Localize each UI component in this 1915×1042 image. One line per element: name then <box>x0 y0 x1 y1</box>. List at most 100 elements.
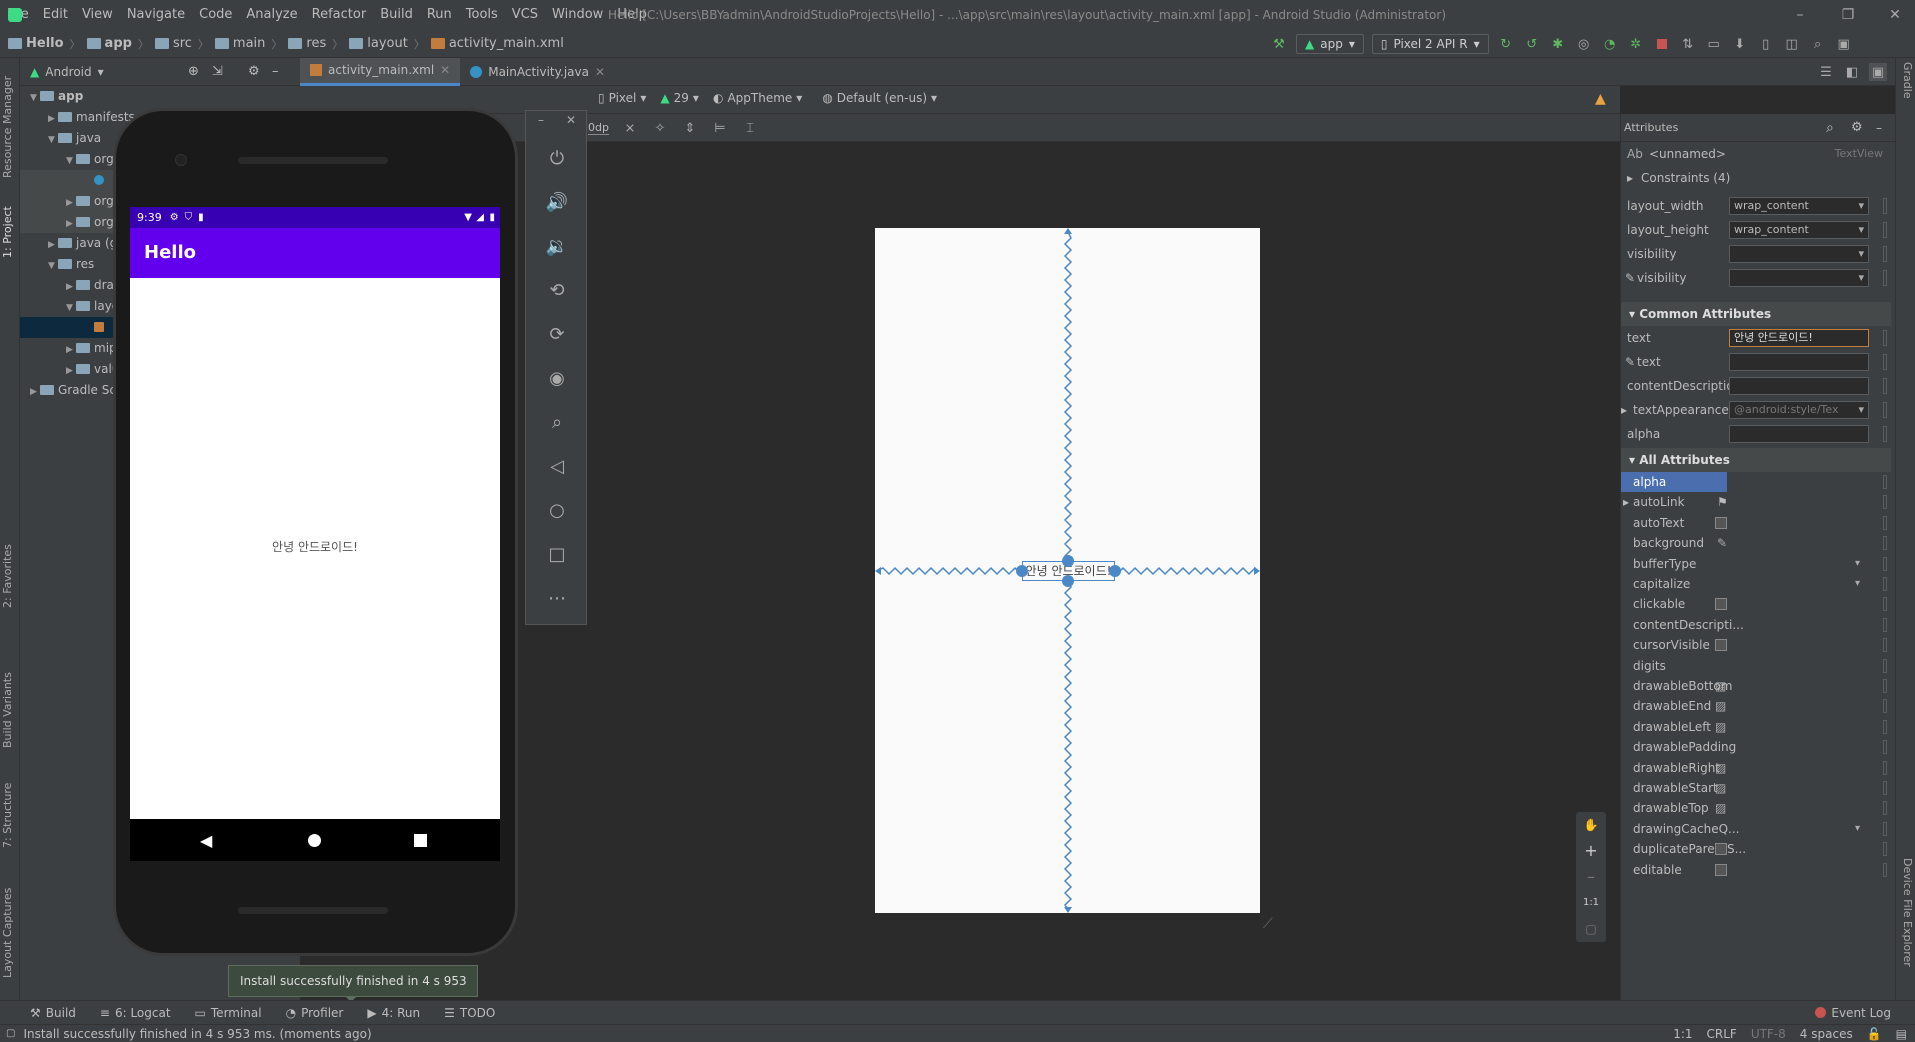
all-attr-row[interactable]: bufferType ▾ <box>1621 554 1891 574</box>
all-attr-row[interactable]: clickable <box>1621 594 1891 614</box>
all-attr-row[interactable]: drawableTop ▨ <box>1621 798 1891 818</box>
expanded-arrow-icon[interactable]: ▼ <box>30 88 40 109</box>
collapsed-arrow-icon[interactable]: ▶ <box>66 340 76 361</box>
expanded-arrow-icon[interactable]: ▼ <box>48 256 58 277</box>
chevron-down-icon[interactable]: ▾ <box>1855 554 1860 574</box>
project-view-select[interactable]: Android <box>45 65 91 79</box>
attr-indicator[interactable] <box>1883 740 1887 755</box>
design-surface[interactable]: 안녕 안드로이드! <box>875 228 1260 913</box>
breadcrumb-item[interactable]: main <box>214 36 265 51</box>
all-attr-row[interactable]: alpha <box>1621 472 1891 492</box>
collapsed-arrow-icon[interactable]: ▶ <box>66 214 76 235</box>
attr-indicator[interactable] <box>1883 617 1887 632</box>
tab-project[interactable]: 1: Project <box>1 206 14 258</box>
attach-debugger-icon[interactable]: ✲ <box>1627 35 1645 53</box>
attr-indicator[interactable] <box>1883 198 1887 214</box>
image-picker-icon[interactable]: ▨ <box>1715 758 1726 778</box>
collapsed-arrow-icon[interactable]: ▶ <box>66 361 76 382</box>
back-icon[interactable]: ◁ <box>526 445 588 489</box>
image-picker-icon[interactable]: ▨ <box>1715 717 1726 737</box>
collapsed-arrow-icon[interactable]: ▶ <box>48 235 58 256</box>
chevron-down-icon[interactable]: ▾ <box>98 65 104 79</box>
flag-icon[interactable]: ⚑ <box>1717 492 1728 512</box>
attr-indicator[interactable] <box>1883 597 1887 612</box>
coverage-icon[interactable]: ◎ <box>1575 35 1593 53</box>
collapsed-arrow-icon[interactable]: ▶ <box>66 193 76 214</box>
attr-indicator[interactable] <box>1883 270 1887 286</box>
all-attr-row[interactable]: editable <box>1621 860 1891 880</box>
overview-icon[interactable]: □ <box>526 533 588 577</box>
menu-code[interactable]: Code <box>192 0 239 30</box>
lock-icon[interactable]: 🔓 <box>1867 1027 1882 1041</box>
eyedropper-icon[interactable]: ✎ <box>1717 533 1727 553</box>
pan-icon[interactable]: ✋ <box>1576 812 1606 838</box>
device-select[interactable]: ▯ Pixel 2 API R ▾ <box>1371 34 1489 54</box>
all-attr-row[interactable]: drawablePadding <box>1621 737 1891 757</box>
menu-edit[interactable]: Edit <box>36 0 75 30</box>
apply-changes-icon[interactable]: ↻ <box>1497 35 1515 53</box>
warning-icon[interactable]: ▲ <box>1595 91 1606 107</box>
attr-value-field[interactable]: @android:style/Tex <box>1729 401 1869 419</box>
tab-device-file-explorer[interactable]: Device File Explorer <box>1901 858 1914 967</box>
api-level-select[interactable]: ▲ 29 ▾ <box>660 91 699 105</box>
design-view-icon[interactable]: ▣ <box>1869 63 1887 81</box>
minimize-icon[interactable]: – <box>538 113 544 127</box>
all-attr-row[interactable]: drawingCacheQ... ▾ <box>1621 819 1891 839</box>
all-attr-row[interactable]: autoLink ▸ ⚑ <box>1621 492 1891 512</box>
attr-indicator[interactable] <box>1883 222 1887 238</box>
pack-icon[interactable]: ⇕ <box>681 119 699 137</box>
attr-indicator[interactable] <box>1883 354 1887 370</box>
zoom-in-icon[interactable]: + <box>1576 838 1606 864</box>
all-attributes-header[interactable]: ▾ All Attributes <box>1621 448 1891 472</box>
attr-indicator[interactable] <box>1883 536 1887 551</box>
volume-up-icon[interactable]: 🔊 <box>526 181 588 225</box>
rotate-right-icon[interactable]: ⟳ <box>526 313 588 357</box>
code-view-icon[interactable]: ☰ <box>1817 63 1835 81</box>
zoom-actual-button[interactable]: 1:1 <box>1576 890 1606 916</box>
constraints-row[interactable]: ▸ Constraints (4) <box>1621 166 1891 190</box>
all-attr-row[interactable]: drawableRight ▨ <box>1621 758 1891 778</box>
align-icon[interactable]: ⊨ <box>711 119 729 137</box>
hide-panel-icon[interactable]: – <box>272 64 279 79</box>
split-view-icon[interactable]: ◧ <box>1843 63 1861 81</box>
debug-icon[interactable]: ✱ <box>1549 35 1567 53</box>
breadcrumb-item[interactable]: Hello <box>8 36 64 51</box>
apply-code-changes-icon[interactable]: ↺ <box>1523 35 1541 53</box>
constraint-handle-top[interactable] <box>1062 555 1074 567</box>
all-attr-row[interactable]: cursorVisible <box>1621 635 1891 655</box>
event-log-button[interactable]: Event Log <box>1815 1006 1891 1020</box>
stop-icon[interactable] <box>1653 35 1671 53</box>
clear-constraints-icon[interactable]: ⨯ <box>621 119 639 137</box>
attr-indicator[interactable] <box>1883 699 1887 714</box>
zoom-icon[interactable]: ⌕ <box>526 401 588 445</box>
tool-window-logcat[interactable]: ≡ 6: Logcat <box>100 1006 171 1020</box>
sdk-manager-icon[interactable]: ⬇ <box>1731 35 1749 53</box>
attr-indicator[interactable] <box>1883 719 1887 734</box>
attr-value-field[interactable] <box>1729 377 1869 395</box>
minimize-button[interactable]: – <box>1780 0 1820 30</box>
tool-window-terminal[interactable]: ▭ Terminal <box>195 1006 262 1020</box>
infer-constraints-icon[interactable]: ✧ <box>651 119 669 137</box>
more-icon[interactable]: ⋯ <box>526 577 588 621</box>
close-icon[interactable]: ✕ <box>595 65 605 79</box>
gear-icon[interactable]: ⚙ <box>248 64 260 79</box>
attr-value-field[interactable] <box>1729 425 1869 443</box>
tab-favorites[interactable]: 2: Favorites <box>1 544 14 608</box>
attr-indicator[interactable] <box>1883 330 1887 346</box>
attr-indicator[interactable] <box>1883 246 1887 262</box>
expanded-arrow-icon[interactable]: ▼ <box>66 298 76 319</box>
widget-id[interactable]: <unnamed> <box>1649 142 1726 166</box>
common-attributes-header[interactable]: ▾ Common Attributes <box>1621 302 1891 326</box>
all-attr-row[interactable]: contentDescripti... <box>1621 615 1891 635</box>
resize-handle-icon[interactable]: ⟋ <box>1263 916 1273 932</box>
checkbox-icon[interactable] <box>1715 863 1727 876</box>
avd-manager-icon[interactable]: ▭ <box>1705 35 1723 53</box>
constraint-handle-bottom[interactable] <box>1062 575 1074 587</box>
image-picker-icon[interactable]: ▨ <box>1715 778 1726 798</box>
menu-run[interactable]: Run <box>420 0 459 30</box>
collapsed-arrow-icon[interactable]: ▶ <box>66 277 76 298</box>
gear-icon[interactable]: ⚙ <box>1851 120 1863 135</box>
image-picker-icon[interactable]: ▨ <box>1715 798 1726 818</box>
attr-indicator[interactable] <box>1883 760 1887 775</box>
attr-indicator[interactable] <box>1883 426 1887 442</box>
